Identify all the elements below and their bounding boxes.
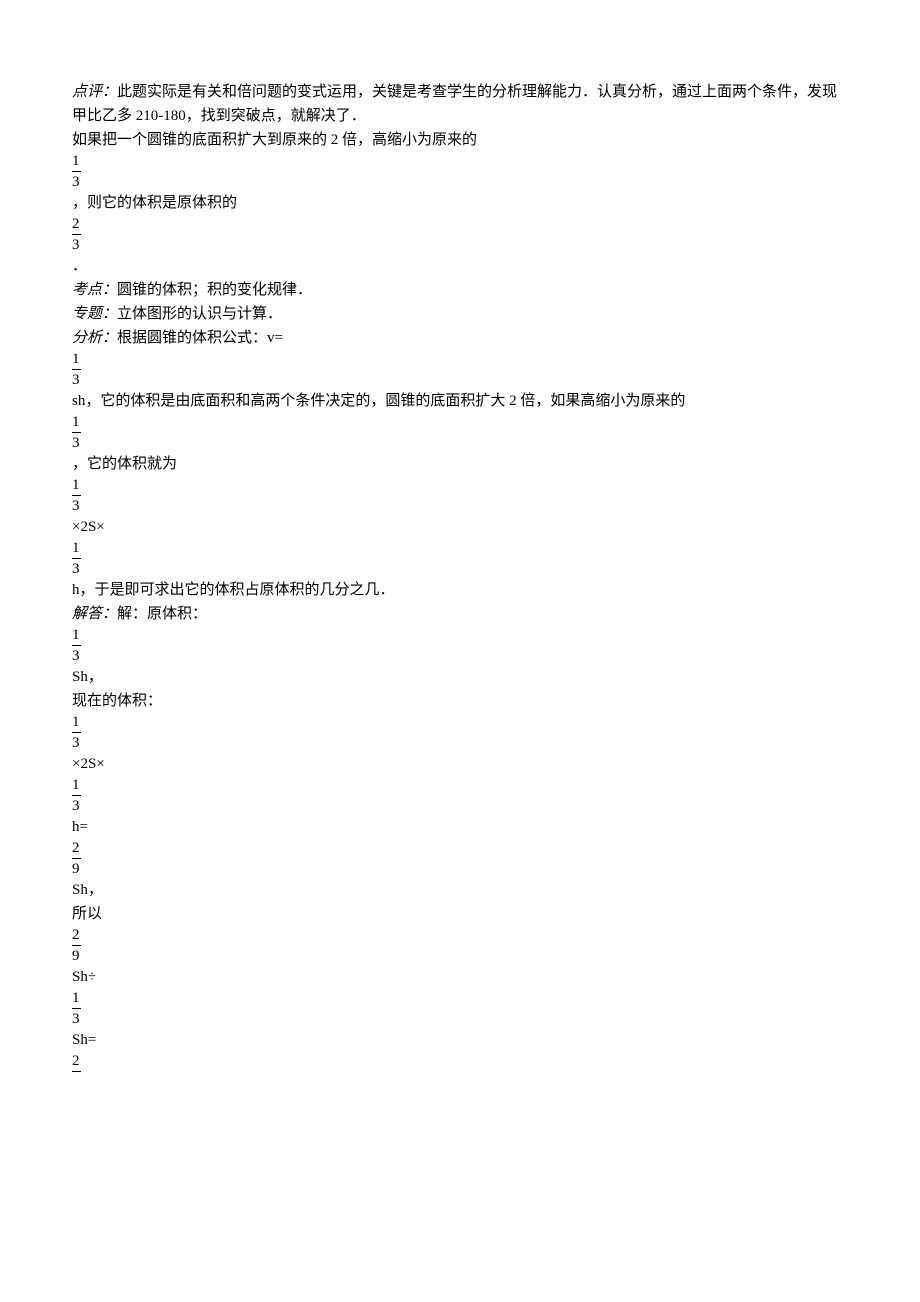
fraction: 13 bbox=[72, 713, 848, 752]
text-line: 考点：圆锥的体积；积的变化规律． bbox=[72, 278, 848, 302]
fraction: 13 bbox=[72, 989, 848, 1028]
fraction-partial: 2 bbox=[72, 1052, 848, 1072]
fraction-bar bbox=[72, 858, 81, 859]
fraction: 29 bbox=[72, 839, 848, 878]
section-label: 专题： bbox=[72, 306, 117, 322]
fraction-numerator: 1 bbox=[72, 626, 848, 644]
fraction-denominator: 3 bbox=[72, 497, 848, 515]
fraction-bar bbox=[72, 234, 81, 235]
fraction-numerator: 1 bbox=[72, 476, 848, 494]
fraction: 13 bbox=[72, 476, 848, 515]
fraction-denominator: 3 bbox=[72, 371, 848, 389]
text-line: 解答：解：原体积： bbox=[72, 602, 848, 626]
fraction-bar bbox=[72, 1071, 81, 1072]
fraction-numerator: 2 bbox=[72, 926, 848, 944]
text-line: 如果把一个圆锥的底面积扩大到原来的 2 倍，高缩小为原来的 bbox=[72, 128, 848, 152]
fraction-bar bbox=[72, 945, 81, 946]
text-line: ，则它的体积是原体积的 bbox=[72, 191, 848, 215]
fraction: 13 bbox=[72, 152, 848, 191]
fraction-bar bbox=[72, 432, 81, 433]
fraction: 29 bbox=[72, 926, 848, 965]
fraction-denominator: 9 bbox=[72, 860, 848, 878]
text-line: 现在的体积： bbox=[72, 689, 848, 713]
body-text: 解：原体积： bbox=[117, 606, 207, 622]
section-label: 分析： bbox=[72, 330, 117, 346]
text-line: ． bbox=[72, 254, 848, 278]
fraction-numerator: 1 bbox=[72, 989, 848, 1007]
fraction-denominator: 3 bbox=[72, 734, 848, 752]
fraction-numerator: 2 bbox=[72, 215, 848, 233]
text-line: Sh， bbox=[72, 878, 848, 902]
text-line: 所以 bbox=[72, 902, 848, 926]
fraction-numerator: 1 bbox=[72, 539, 848, 557]
text-line: ，它的体积就为 bbox=[72, 452, 848, 476]
fraction: 13 bbox=[72, 350, 848, 389]
fraction-numerator: 1 bbox=[72, 350, 848, 368]
fraction: 13 bbox=[72, 413, 848, 452]
fraction-bar bbox=[72, 558, 81, 559]
fraction-denominator: 3 bbox=[72, 236, 848, 254]
fraction: 13 bbox=[72, 539, 848, 578]
body-text: 立体图形的认识与计算． bbox=[117, 306, 282, 322]
body-text: 此题实际是有关和倍问题的变式运用，关键是考查学生的分析理解能力．认真分析，通过上… bbox=[72, 84, 837, 124]
fraction-bar bbox=[72, 795, 81, 796]
fraction-denominator: 3 bbox=[72, 647, 848, 665]
text-line: 专题：立体图形的认识与计算． bbox=[72, 302, 848, 326]
section-label: 考点： bbox=[72, 282, 117, 298]
section-label: 解答： bbox=[72, 606, 117, 622]
text-line: sh，它的体积是由底面积和高两个条件决定的，圆锥的底面积扩大 2 倍，如果高缩小… bbox=[72, 389, 848, 413]
text-line: Sh÷ bbox=[72, 965, 848, 989]
body-text: 圆锥的体积；积的变化规律． bbox=[117, 282, 312, 298]
text-line: Sh= bbox=[72, 1028, 848, 1052]
text-line: h，于是即可求出它的体积占原体积的几分之几． bbox=[72, 578, 848, 602]
section-label: 点评： bbox=[72, 84, 117, 100]
fraction-numerator: 2 bbox=[72, 839, 848, 857]
fraction-bar bbox=[72, 645, 81, 646]
fraction-denominator: 3 bbox=[72, 434, 848, 452]
fraction: 13 bbox=[72, 626, 848, 665]
fraction-numerator: 1 bbox=[72, 776, 848, 794]
fraction-bar bbox=[72, 732, 81, 733]
body-text: 根据圆锥的体积公式：v= bbox=[117, 330, 283, 346]
fraction-bar bbox=[72, 171, 81, 172]
fraction-denominator: 3 bbox=[72, 1010, 848, 1028]
text-line: ×2S× bbox=[72, 515, 848, 539]
text-line: 点评：此题实际是有关和倍问题的变式运用，关键是考查学生的分析理解能力．认真分析，… bbox=[72, 80, 848, 128]
fraction-bar bbox=[72, 495, 81, 496]
text-line: h= bbox=[72, 815, 848, 839]
fraction-numerator: 1 bbox=[72, 413, 848, 431]
fraction-bar bbox=[72, 369, 81, 370]
fraction-numerator: 1 bbox=[72, 152, 848, 170]
fraction-bar bbox=[72, 1008, 81, 1009]
text-line: ×2S× bbox=[72, 752, 848, 776]
fraction-numerator: 2 bbox=[72, 1052, 848, 1070]
fraction-denominator: 9 bbox=[72, 947, 848, 965]
fraction-denominator: 3 bbox=[72, 560, 848, 578]
fraction-numerator: 1 bbox=[72, 713, 848, 731]
text-line: 分析：根据圆锥的体积公式：v= bbox=[72, 326, 848, 350]
fraction: 23 bbox=[72, 215, 848, 254]
fraction-denominator: 3 bbox=[72, 173, 848, 191]
fraction: 13 bbox=[72, 776, 848, 815]
text-line: Sh， bbox=[72, 665, 848, 689]
fraction-denominator: 3 bbox=[72, 797, 848, 815]
